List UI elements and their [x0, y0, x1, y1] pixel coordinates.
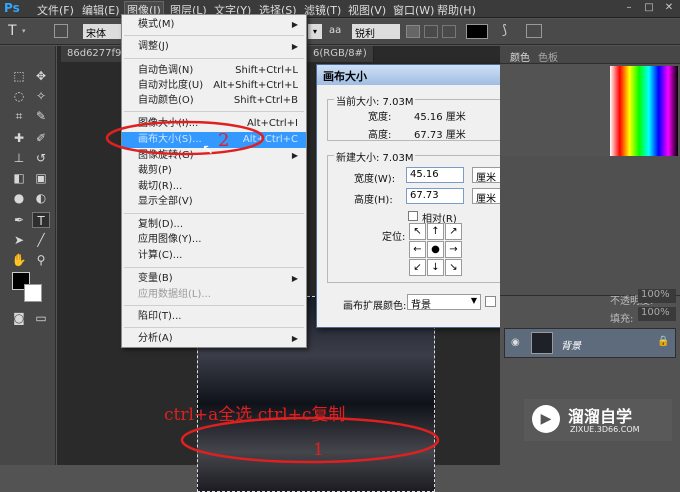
annotation-step-2: 2: [218, 130, 230, 151]
watermark: ▶ 溜溜自学 ZIXUE.3D66.COM: [524, 399, 672, 441]
annotation-step-1: 1: [313, 440, 324, 460]
annotation-overlay: [105, 120, 440, 464]
mouse-cursor-icon: ↖: [202, 142, 214, 158]
annotation-ellipse-2: [105, 120, 265, 156]
watermark-url: ZIXUE.3D66.COM: [570, 425, 640, 434]
watermark-brand: 溜溜自学: [568, 407, 633, 426]
annotation-instruction: ctrl+a全选 ctrl+c复制: [164, 405, 346, 425]
watermark-logo-icon: ▶: [532, 405, 560, 433]
